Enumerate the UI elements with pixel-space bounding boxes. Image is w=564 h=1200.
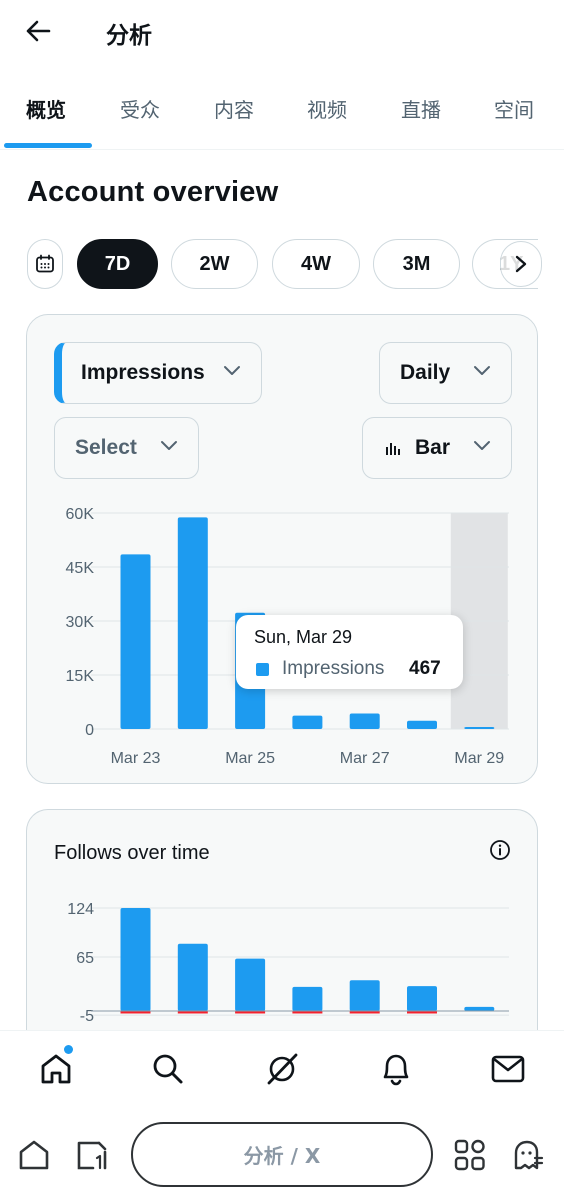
bar bbox=[120, 554, 151, 729]
tab-live[interactable]: 直播 bbox=[401, 94, 441, 123]
browser-tabs-button[interactable] bbox=[72, 1135, 112, 1175]
follows-bar bbox=[235, 958, 266, 1011]
chart-tooltip: Sun, Mar 29 Impressions 467 bbox=[236, 615, 463, 689]
mail-icon bbox=[491, 1055, 525, 1083]
calendar-button[interactable] bbox=[27, 239, 63, 289]
nav-search-button[interactable] bbox=[148, 1049, 188, 1089]
browser-home-button[interactable] bbox=[14, 1135, 54, 1175]
scroll-right-button[interactable] bbox=[500, 241, 542, 287]
bell-icon bbox=[383, 1054, 409, 1086]
apps-grid-icon bbox=[454, 1139, 485, 1171]
tooltip-swatch bbox=[256, 663, 269, 676]
follows-bar bbox=[407, 986, 437, 1011]
bottom-nav bbox=[0, 1030, 564, 1110]
compare-dropdown-label: Select bbox=[75, 436, 137, 459]
nav-notifications-button[interactable] bbox=[376, 1049, 416, 1089]
y-tick-label: 124 bbox=[67, 901, 94, 918]
tooltip-date: Sun, Mar 29 bbox=[254, 627, 353, 647]
nav-home-button[interactable] bbox=[36, 1049, 76, 1089]
arrow-left-icon bbox=[26, 20, 51, 42]
ghost-menu-icon bbox=[514, 1140, 544, 1170]
tab-spaces[interactable]: 空间 bbox=[494, 94, 534, 123]
bar bbox=[177, 517, 208, 729]
analytics-tabs: 概览 受众 内容 视频 直播 空间 bbox=[0, 82, 564, 150]
compare-dropdown[interactable]: Select bbox=[54, 417, 199, 479]
follows-bar bbox=[464, 1006, 495, 1011]
follows-bar bbox=[120, 908, 151, 1011]
y-tick-label: 60K bbox=[66, 506, 95, 523]
tab-overview[interactable]: 概览 bbox=[26, 94, 66, 123]
interval-dropdown[interactable]: Daily bbox=[379, 342, 512, 404]
x-tick-label: Mar 25 bbox=[225, 750, 275, 767]
notification-dot bbox=[64, 1045, 73, 1054]
bar bbox=[407, 720, 437, 729]
y-tick-label: 65 bbox=[76, 950, 94, 967]
bar bbox=[349, 713, 380, 729]
date-range-selector: 7D 2W 4W 3M 1Y bbox=[0, 238, 564, 290]
tooltip-series: Impressions bbox=[282, 658, 385, 679]
grok-icon bbox=[267, 1053, 298, 1085]
section-title: Account overview bbox=[27, 176, 279, 208]
range-4w-button[interactable]: 4W bbox=[272, 239, 360, 289]
metric-dropdown-label: Impressions bbox=[81, 361, 205, 384]
chevron-right-icon bbox=[515, 255, 527, 273]
interval-dropdown-label: Daily bbox=[400, 361, 451, 384]
x-tick-label: Mar 23 bbox=[111, 750, 161, 767]
chevron-down-icon bbox=[474, 441, 490, 450]
bar bbox=[292, 715, 323, 729]
tab-content[interactable]: 内容 bbox=[214, 94, 254, 123]
browser-menu-button[interactable] bbox=[508, 1135, 548, 1175]
follows-bar bbox=[292, 986, 323, 1011]
impressions-card: 60K 45K 30K 15K 0 Mar 23 Mar 25 Mar 27 Mar 29 Im… bbox=[26, 314, 538, 784]
address-bar[interactable]: 分析 / X bbox=[131, 1122, 433, 1187]
browser-toolbar: 分析 / X bbox=[0, 1110, 564, 1200]
tooltip-value: 467 bbox=[409, 658, 441, 679]
follows-bar bbox=[349, 980, 380, 1011]
follows-bar bbox=[177, 943, 208, 1011]
chevron-down-icon bbox=[161, 441, 177, 450]
home-icon bbox=[41, 1054, 71, 1084]
chevron-down-icon bbox=[474, 366, 490, 375]
range-7d-button[interactable]: 7D bbox=[77, 239, 158, 289]
calendar-icon bbox=[36, 254, 54, 273]
x-tick-label: Mar 27 bbox=[340, 750, 390, 767]
back-button[interactable] bbox=[22, 16, 54, 46]
y-tick-label: 0 bbox=[85, 722, 94, 739]
range-2w-button[interactable]: 2W bbox=[171, 239, 258, 289]
x-tick-label: Mar 29 bbox=[454, 750, 504, 767]
chevron-down-icon bbox=[224, 366, 240, 375]
y-tick-label: 45K bbox=[66, 560, 95, 577]
range-3m-button[interactable]: 3M bbox=[373, 239, 460, 289]
active-tab-indicator bbox=[4, 143, 92, 148]
tab-video[interactable]: 视频 bbox=[307, 94, 347, 123]
tab-page-icon bbox=[77, 1141, 107, 1170]
y-tick-label: 15K bbox=[66, 668, 95, 685]
bar-chart-icon bbox=[385, 440, 401, 456]
app-header: 分析 bbox=[0, 0, 564, 62]
tab-audience[interactable]: 受众 bbox=[120, 94, 160, 123]
nav-grok-button[interactable] bbox=[262, 1049, 302, 1089]
search-icon bbox=[153, 1054, 183, 1084]
page-title: 分析 bbox=[106, 23, 152, 49]
metric-dropdown[interactable]: Impressions bbox=[54, 342, 262, 404]
chart-type-dropdown-label: Bar bbox=[415, 436, 451, 459]
y-tick-label: 30K bbox=[66, 614, 95, 631]
home-outline-icon bbox=[19, 1140, 49, 1170]
bar bbox=[464, 727, 495, 729]
browser-apps-button[interactable] bbox=[450, 1135, 490, 1175]
nav-messages-button[interactable] bbox=[488, 1049, 528, 1089]
chart-type-dropdown[interactable]: Bar bbox=[362, 417, 512, 479]
